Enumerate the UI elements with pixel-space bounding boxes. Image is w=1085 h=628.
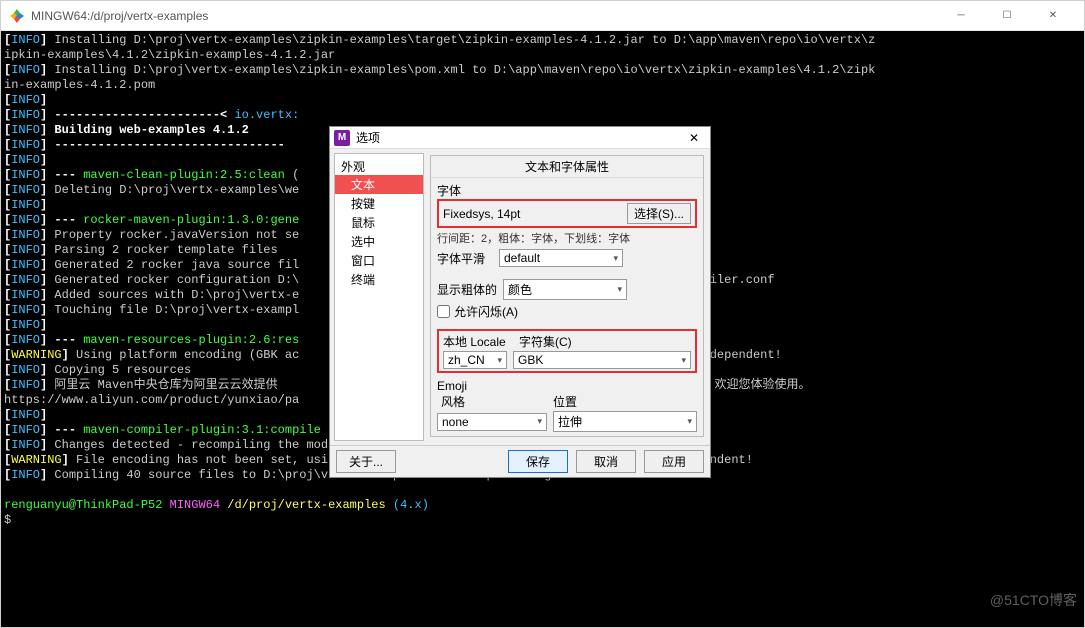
dialog-titlebar: M 选项 ✕ [330,127,710,149]
smooth-select[interactable]: default▾ [499,249,623,267]
emoji-placement-label: 位置 [553,393,577,410]
emoji-style-select[interactable]: none▾ [437,413,547,431]
watermark: @51CTO博客 [990,590,1077,610]
bold-select[interactable]: 颜色▾ [503,279,627,300]
save-button[interactable]: 保存 [508,450,568,473]
smooth-label: 字体平滑 [437,250,493,267]
titlebar: MINGW64:/d/proj/vertx-examples ─ ☐ ✕ [1,1,1084,31]
charset-select[interactable]: GBK▾ [513,351,691,369]
dialog-icon: M [334,130,350,146]
locale-label: 本地 Locale [443,333,513,350]
font-value: Fixedsys, 14pt [443,207,520,221]
tree-item[interactable]: 按键 [335,194,423,213]
about-button[interactable]: 关于... [336,450,396,473]
chevron-down-icon: ▾ [687,416,692,427]
tree-item[interactable]: 窗口 [335,251,423,270]
locale-select[interactable]: zh_CN▾ [443,351,507,369]
chevron-down-icon: ▾ [613,253,618,264]
maximize-button[interactable]: ☐ [984,1,1030,31]
tree-item[interactable]: 选中 [335,232,423,251]
category-tree[interactable]: 外观 文本按键鼠标选中窗口终端 [334,153,424,441]
bold-label: 显示粗体的 [437,281,497,298]
apply-button[interactable]: 应用 [644,450,704,473]
window-title: MINGW64:/d/proj/vertx-examples [31,9,938,23]
app-icon [9,8,25,24]
chevron-down-icon: ▾ [617,284,622,295]
locale-highlight: 本地 Locale 字符集(C) zh_CN▾ GBK▾ [437,329,697,373]
allow-blink-checkbox[interactable] [437,305,450,318]
tree-item[interactable]: 鼠标 [335,213,423,232]
tree-root-appearance[interactable]: 外观 [335,158,423,175]
dialog-close-button[interactable]: ✕ [682,129,706,147]
minimize-button[interactable]: ─ [938,1,984,31]
dialog-body: 外观 文本按键鼠标选中窗口终端 文本和字体属性 字体 Fixedsys, 14p… [330,149,710,445]
chevron-down-icon: ▾ [681,355,686,366]
options-dialog: M 选项 ✕ 外观 文本按键鼠标选中窗口终端 文本和字体属性 字体 Fixeds… [329,126,711,478]
allow-blink-label: 允许闪烁(A) [454,303,518,320]
chevron-down-icon: ▾ [537,416,542,427]
font-highlight: Fixedsys, 14pt 选择(S)... [437,199,697,228]
choose-font-button[interactable]: 选择(S)... [627,203,691,224]
dialog-title: 选项 [356,129,682,146]
window-controls: ─ ☐ ✕ [938,1,1076,31]
linegap-text: 行间距：2，粗体：字体，下划线：字体 [437,230,697,246]
text-font-groupbox: 文本和字体属性 字体 Fixedsys, 14pt 选择(S)... 行间距：2… [430,155,704,437]
cancel-button[interactable]: 取消 [576,450,636,473]
emoji-style-label: 风格 [437,393,547,410]
dialog-main-panel: 文本和字体属性 字体 Fixedsys, 14pt 选择(S)... 行间距：2… [428,149,710,445]
chevron-down-icon: ▾ [497,355,502,366]
font-label: 字体 [437,182,697,199]
tree-item[interactable]: 终端 [335,270,423,289]
emoji-placement-select[interactable]: 拉伸▾ [553,411,697,432]
dialog-footer: 关于... 保存 取消 应用 [330,445,710,477]
close-button[interactable]: ✕ [1030,1,1076,31]
groupbox-title: 文本和字体属性 [431,156,703,178]
emoji-label: Emoji [437,379,697,393]
charset-label: 字符集(C) [519,333,572,350]
tree-item[interactable]: 文本 [335,175,423,194]
